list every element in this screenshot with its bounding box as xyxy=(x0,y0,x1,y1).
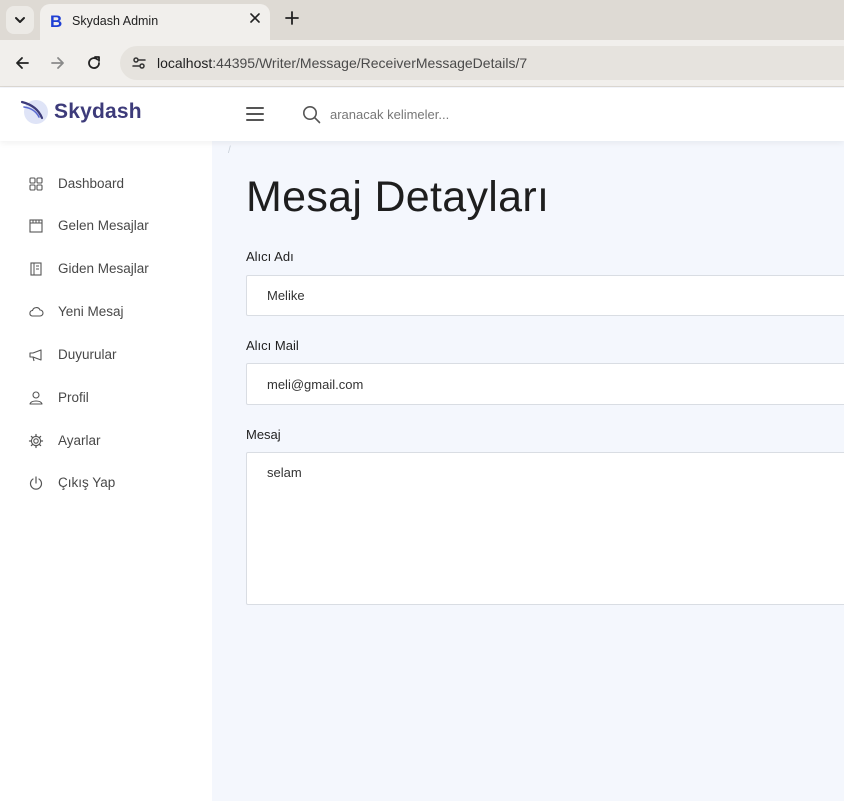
back-button[interactable] xyxy=(10,51,34,75)
gear-icon xyxy=(28,433,44,449)
sidebar-item-dashboard[interactable]: Dashboard xyxy=(0,166,212,202)
tune-icon xyxy=(132,57,146,69)
sidebar-item-label: Ayarlar xyxy=(58,433,101,448)
sidebar-item-label: Çıkış Yap xyxy=(58,475,116,490)
chevron-down-icon xyxy=(15,17,25,23)
new-tab-button[interactable] xyxy=(282,8,302,30)
reload-button[interactable] xyxy=(82,51,106,75)
hamburger-icon xyxy=(246,107,264,109)
plus-icon xyxy=(285,11,299,25)
inbox-icon xyxy=(29,219,43,233)
main-content: / Mesaj Detayları Alıcı Adı Alıcı Mail M… xyxy=(212,141,844,801)
search-input[interactable] xyxy=(330,102,630,126)
close-icon xyxy=(250,13,260,23)
sidebar-item-label: Giden Mesajlar xyxy=(58,261,149,276)
favicon-icon: B xyxy=(50,12,63,31)
close-tab-button[interactable] xyxy=(246,10,264,28)
sidebar-item-giden-mesajlar[interactable]: Giden Mesajlar xyxy=(0,251,212,287)
sidebar-item-yeni-mesaj[interactable]: Yeni Mesaj xyxy=(0,294,212,330)
hamburger-line xyxy=(246,113,264,115)
browser-toolbar: localhost:44395/Writer/Message/ReceiverM… xyxy=(0,40,844,87)
page-title: Mesaj Detayları xyxy=(246,173,550,221)
menu-toggle-button[interactable] xyxy=(246,107,264,123)
sidebar-item-label: Dashboard xyxy=(58,176,125,191)
outbox-icon xyxy=(30,262,42,276)
sidebar-item-profil[interactable]: Profil xyxy=(0,380,212,416)
site-info-button[interactable] xyxy=(128,52,150,74)
brand-logo[interactable]: Skydash xyxy=(20,98,142,126)
breadcrumb: / xyxy=(228,145,231,156)
app-header: Skydash xyxy=(0,88,844,141)
sidebar: Dashboard Gelen Mesajlar Giden Mesajlar … xyxy=(0,141,212,801)
hamburger-line xyxy=(246,119,264,121)
arrow-left-icon xyxy=(16,57,29,69)
message-label: Mesaj xyxy=(246,427,281,442)
sidebar-item-label: Yeni Mesaj xyxy=(58,304,124,319)
arrow-right-icon xyxy=(51,57,64,69)
sidebar-item-gelen-mesajlar[interactable]: Gelen Mesajlar xyxy=(0,208,212,244)
sidebar-item-cikis-yap[interactable]: Çıkış Yap xyxy=(0,465,212,501)
browser-tab[interactable]: B Skydash Admin xyxy=(40,4,270,40)
sidebar-item-label: Profil xyxy=(58,390,89,405)
power-icon xyxy=(29,476,43,490)
cloud-icon xyxy=(29,307,44,317)
brand-name: Skydash xyxy=(54,100,142,123)
grid-icon xyxy=(29,177,43,191)
address-bar[interactable]: localhost:44395/Writer/Message/ReceiverM… xyxy=(120,46,844,80)
search-icon xyxy=(303,106,321,124)
sidebar-item-label: Gelen Mesajlar xyxy=(58,218,149,233)
tab-search-button[interactable] xyxy=(6,6,34,34)
receiver-name-field[interactable] xyxy=(246,275,844,316)
tab-title: Skydash Admin xyxy=(72,14,159,28)
browser-tab-bar: B Skydash Admin xyxy=(0,0,844,40)
url-path: :44395/Writer/Message/ReceiverMessageDet… xyxy=(212,55,528,71)
receiver-name-label: Alıcı Adı xyxy=(246,249,294,264)
megaphone-icon xyxy=(29,349,42,362)
skydash-logo-icon xyxy=(20,100,48,124)
sidebar-item-duyurular[interactable]: Duyurular xyxy=(0,337,212,373)
receiver-mail-label: Alıcı Mail xyxy=(246,338,299,353)
url-host: localhost xyxy=(157,55,213,71)
url-text: localhost:44395/Writer/Message/ReceiverM… xyxy=(157,55,527,71)
message-textarea[interactable]: selam xyxy=(246,452,844,605)
reload-icon xyxy=(88,56,100,69)
user-icon xyxy=(29,391,43,405)
receiver-mail-field[interactable] xyxy=(246,363,844,405)
sidebar-item-ayarlar[interactable]: Ayarlar xyxy=(0,423,212,459)
forward-button[interactable] xyxy=(46,51,70,75)
sidebar-item-label: Duyurular xyxy=(58,347,117,362)
